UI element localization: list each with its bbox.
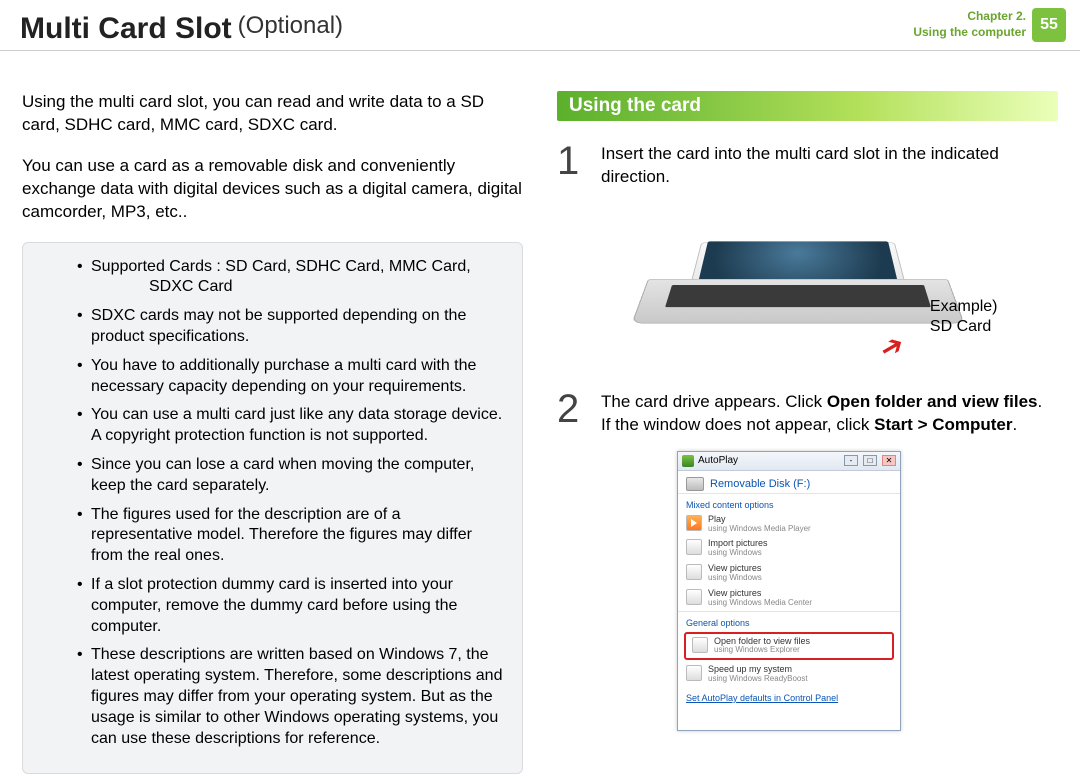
maximize-button[interactable]: □ <box>863 455 877 466</box>
disk-name: Removable Disk (F:) <box>710 478 810 490</box>
page-title-sub: (Optional) <box>238 12 343 40</box>
step-1-text: Insert the card into the multi card slot… <box>601 143 1058 189</box>
import-icon <box>686 539 702 555</box>
intro-para-1: Using the multi card slot, you can read … <box>22 91 523 137</box>
autoplay-group-general: General options <box>678 611 900 630</box>
autoplay-window: AutoPlay - □ ✕ Removable Disk (F:) Mixed… <box>677 451 901 731</box>
note-item-1: Supported Cards : SD Card, SDHC Card, MM… <box>77 257 506 299</box>
autoplay-app-icon <box>682 455 694 467</box>
step-2-a: The card drive appears. Click <box>601 392 827 411</box>
step-2-b: Open folder and view files <box>827 392 1038 411</box>
intro-para-2: You can use a card as a removable disk a… <box>22 155 523 224</box>
note-item-6: The figures used for the description are… <box>77 505 506 567</box>
note-item-7: If a slot protection dummy card is inser… <box>77 575 506 637</box>
speed-icon <box>686 665 702 681</box>
autoplay-option-view2[interactable]: View pictures using Windows Media Center <box>678 586 900 611</box>
header-right: Chapter 2. Using the computer 55 <box>913 8 1066 42</box>
sd-label-line1: Example) <box>930 297 998 317</box>
step-2-e: Start > Computer <box>874 415 1012 434</box>
autoplay-titlebar: AutoPlay - □ ✕ <box>678 452 900 471</box>
note-item-5: Since you can lose a card when moving th… <box>77 455 506 497</box>
left-column: Using the multi card slot, you can read … <box>22 91 523 774</box>
page-header: Multi Card Slot (Optional) Chapter 2. Us… <box>0 0 1080 51</box>
content-columns: Using the multi card slot, you can read … <box>0 51 1080 774</box>
note-item-8: These descriptions are written based on … <box>77 645 506 749</box>
autoplay-option-view1[interactable]: View pictures using Windows <box>678 561 900 586</box>
note-item-1a: Supported Cards : SD Card, SDHC Card, MM… <box>91 258 471 275</box>
autoplay-option-open[interactable]: Open folder to view files using Windows … <box>686 634 892 659</box>
open-sub: using Windows Explorer <box>714 646 810 655</box>
step-2-c: . <box>1038 392 1043 411</box>
page-title-main: Multi Card Slot <box>20 12 232 46</box>
step-2: 2 The card drive appears. Click Open fol… <box>557 391 1058 437</box>
step-2-f: . <box>1013 415 1018 434</box>
autoplay-disk-row: Removable Disk (F:) <box>678 471 900 493</box>
step-2-number: 2 <box>557 391 587 437</box>
autoplay-highlight: Open folder to view files using Windows … <box>684 632 894 661</box>
note-list: Supported Cards : SD Card, SDHC Card, MM… <box>77 257 506 758</box>
speed-sub: using Windows ReadyBoost <box>708 675 808 684</box>
import-sub: using Windows <box>708 549 768 558</box>
play-sub: using Windows Media Player <box>708 525 811 534</box>
close-button[interactable]: ✕ <box>882 455 896 466</box>
sd-card-label: Example) SD Card <box>930 297 998 337</box>
chapter-line1: Chapter 2. <box>913 9 1026 25</box>
view2-sub: using Windows Media Center <box>708 599 812 608</box>
chapter-line2: Using the computer <box>913 25 1026 41</box>
sd-arrow-icon: ➔ <box>873 326 910 366</box>
step-2-d: If the window does not appear, click <box>601 415 874 434</box>
section-heading: Using the card <box>557 91 1058 121</box>
sd-label-line2: SD Card <box>930 317 998 337</box>
view2-icon <box>686 589 702 605</box>
autoplay-option-speed[interactable]: Speed up my system using Windows ReadyBo… <box>678 662 900 687</box>
laptop-keyboard <box>665 285 931 307</box>
note-item-4: You can use a multi card just like any d… <box>77 405 506 447</box>
autoplay-option-play[interactable]: Play using Windows Media Player <box>678 512 900 537</box>
view1-icon <box>686 564 702 580</box>
view1-sub: using Windows <box>708 574 762 583</box>
note-item-1b: SDXC Card <box>91 277 506 298</box>
right-column: Using the card 1 Insert the card into th… <box>557 91 1058 774</box>
laptop-figure: ➔ Example) SD Card <box>618 203 998 373</box>
note-item-3: You have to additionally purchase a mult… <box>77 356 506 398</box>
page-number-badge: 55 <box>1032 8 1066 42</box>
open-folder-icon <box>692 637 708 653</box>
step-1: 1 Insert the card into the multi card sl… <box>557 143 1058 189</box>
chapter-label: Chapter 2. Using the computer <box>913 9 1026 40</box>
play-icon <box>686 515 702 531</box>
note-box: ✎ Supported Cards : SD Card, SDHC Card, … <box>22 242 523 774</box>
autoplay-title: AutoPlay <box>698 455 839 466</box>
minimize-button[interactable]: - <box>844 455 858 466</box>
autoplay-option-import[interactable]: Import pictures using Windows <box>678 536 900 561</box>
note-item-2: SDXC cards may not be supported dependin… <box>77 306 506 348</box>
disk-icon <box>686 477 704 491</box>
autoplay-group-mixed: Mixed content options <box>678 493 900 512</box>
step-1-number: 1 <box>557 143 587 189</box>
laptop-screen <box>698 241 898 283</box>
step-2-text: The card drive appears. Click Open folde… <box>601 391 1058 437</box>
autoplay-footer-link[interactable]: Set AutoPlay defaults in Control Panel <box>678 687 900 711</box>
